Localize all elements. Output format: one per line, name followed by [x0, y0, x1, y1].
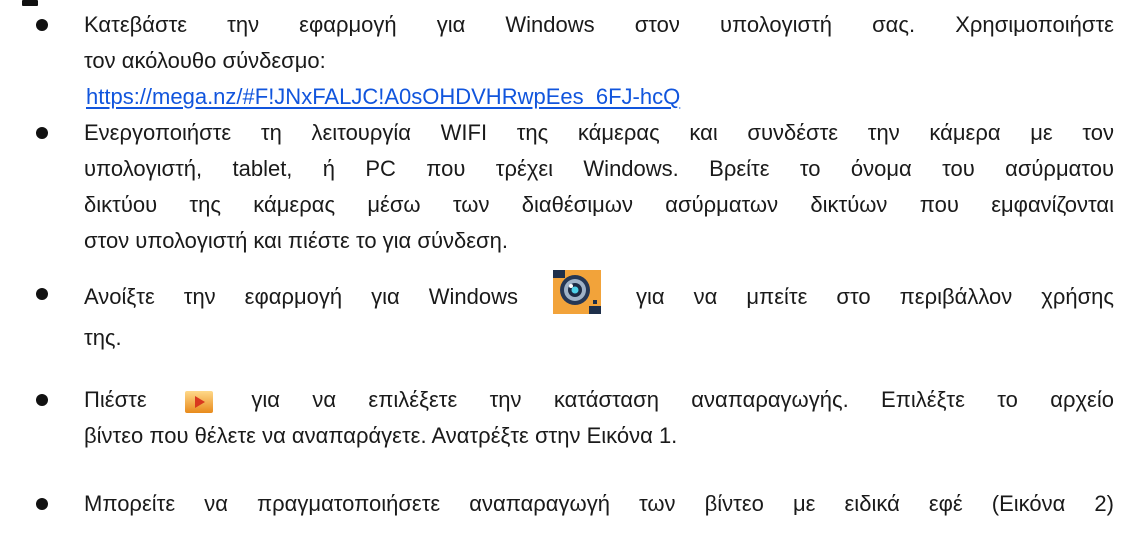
bullet-text: Πιέστε για να επιλέξετε την κατάσταση αν… — [84, 382, 1114, 454]
text-line: δικτύου της κάμερας μέσω των διαθέσιμων … — [84, 192, 1114, 217]
bullet-icon — [36, 288, 48, 300]
bullet-icon — [36, 498, 48, 510]
bullet-text: Ανοίξτε την εφαρμογή για Windows για να … — [84, 270, 1114, 356]
text-after-icon: για να μπείτε στο περιβάλλον χρήσης — [636, 283, 1114, 309]
bullet-icon — [36, 127, 48, 139]
text-line: τον ακόλουθο σύνδεσμο: — [84, 48, 326, 73]
text-before-icon: Ανοίξτε την εφαρμογή για Windows — [84, 283, 518, 309]
bullet-icon — [36, 394, 48, 406]
text-line: Κατεβάστε την εφαρμογή για Windows στον … — [84, 12, 1114, 37]
text-line: Πιέστε για να επιλέξετε την κατάσταση αν… — [84, 382, 1114, 418]
text-line: Ανοίξτε την εφαρμογή για Windows για να … — [84, 270, 1114, 320]
text-line: Μπορείτε να πραγματοποιήσετε αναπαραγωγή… — [84, 491, 1114, 516]
text-line: Ενεργοποιήστε τη λειτουργία WIFI της κάμ… — [84, 120, 1114, 145]
text-line: υπολογιστή, tablet, ή PC που τρέχει Wind… — [84, 156, 1114, 181]
clipped-heading-fragment — [22, 0, 44, 6]
bullet-text: Κατεβάστε την εφαρμογή για Windows στον … — [84, 7, 1114, 115]
text-before-icon: Πιέστε — [84, 387, 147, 412]
document-page: Κατεβάστε την εφαρμογή για Windows στον … — [0, 0, 1135, 542]
text-after-icon: για να επιλέξετε την κατάσταση αναπαραγω… — [251, 387, 1114, 412]
text-line: της. — [84, 325, 122, 350]
bullet-text: Ενεργοποιήστε τη λειτουργία WIFI της κάμ… — [84, 115, 1114, 259]
download-link-line: https://mega.nz/#F!JNxFALJC!A0sOHDVHRwpE… — [84, 79, 1114, 115]
download-link[interactable]: https://mega.nz/#F!JNxFALJC!A0sOHDVHRwpE… — [86, 84, 680, 109]
bullet-text: Μπορείτε να πραγματοποιήσετε αναπαραγωγή… — [84, 486, 1114, 522]
text-line: βίντεο που θέλετε να αναπαράγετε. Ανατρέ… — [84, 423, 678, 448]
text-line: στον υπολογιστή και πιέστε το για σύνδεσ… — [84, 228, 508, 253]
play-icon — [185, 388, 214, 414]
bullet-icon — [36, 19, 48, 31]
camera-app-icon — [553, 270, 602, 314]
